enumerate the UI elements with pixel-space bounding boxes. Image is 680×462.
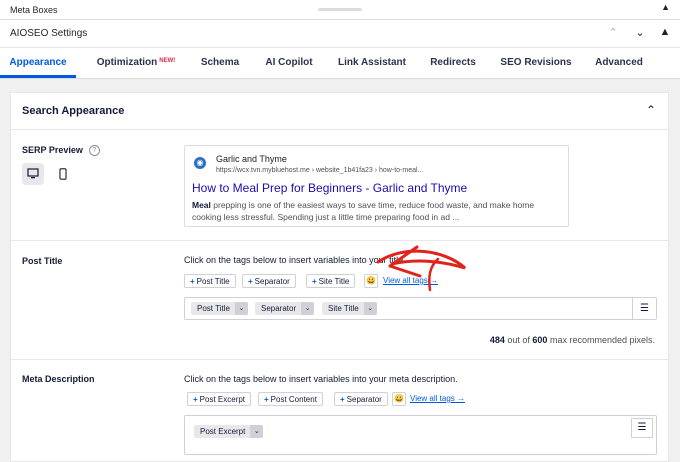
divider	[11, 240, 668, 241]
settings-tabs: Appearance Optimization NEW! Schema AI Co…	[0, 48, 680, 79]
post-title-chip[interactable]: Post Title ⌄	[191, 302, 248, 315]
tab-schema[interactable]: Schema	[192, 48, 248, 78]
serp-description: Meal prepping is one of the easiest ways…	[192, 200, 535, 222]
tab-redirects[interactable]: Redirects	[420, 48, 486, 78]
meta-boxes-title: Meta Boxes	[10, 5, 58, 15]
emoji-icon[interactable]: 😀	[364, 274, 378, 288]
insert-tag-menu-icon[interactable]: ☰	[631, 418, 653, 438]
panel-title: Search Appearance	[22, 105, 125, 117]
insert-tag-menu-icon[interactable]: ☰	[632, 298, 656, 319]
serp-headline: How to Meal Prep for Beginners - Garlic …	[192, 181, 468, 195]
insert-separator-tag[interactable]: + Separator	[334, 392, 388, 406]
meta-description-editor[interactable]: Post Excerpt ⌄ ☰	[184, 415, 657, 455]
move-up-icon[interactable]: ⌃	[606, 26, 620, 39]
collapse-panel-icon[interactable]: ▲	[658, 26, 672, 38]
post-excerpt-chip[interactable]: Post Excerpt ⌄	[194, 425, 264, 438]
desktop-preview-button[interactable]	[22, 163, 44, 185]
insert-separator-tag[interactable]: + Separator	[242, 274, 296, 288]
post-title-label: Post Title	[22, 256, 63, 266]
desktop-icon	[27, 168, 39, 179]
globe-icon: ◉	[194, 157, 206, 169]
serp-preview-label: SERP Preview?	[22, 145, 100, 157]
pixel-counter: 484 out of 600 max recommended pixels.	[489, 335, 655, 345]
post-title-hint: Click on the tags below to insert variab…	[184, 255, 406, 265]
divider	[11, 359, 668, 360]
emoji-icon[interactable]: 😀	[392, 392, 406, 406]
mobile-preview-button[interactable]	[52, 163, 74, 185]
insert-post-title-tag[interactable]: + Post Title	[184, 274, 236, 288]
help-icon[interactable]: ?	[88, 145, 100, 157]
mobile-icon	[59, 168, 67, 180]
chevron-down-icon[interactable]: ⌄	[363, 302, 377, 315]
tab-ai-copilot[interactable]: AI Copilot	[256, 48, 322, 78]
serp-url: https://wcx.tvn.mybluehost.me › website_…	[216, 167, 424, 174]
tab-optimization[interactable]: Optimization NEW!	[86, 48, 186, 78]
post-title-editor[interactable]: Post Title ⌄ Separator ⌄ Site Title ⌄ ☰	[184, 297, 657, 320]
move-down-icon[interactable]: ⌄	[633, 26, 647, 39]
serp-site-name: Garlic and Thyme	[216, 154, 287, 164]
search-appearance-panel: Search Appearance ⌃ SERP Preview? ◉ Garl…	[10, 92, 669, 462]
chevron-up-icon[interactable]: ⌃	[646, 103, 656, 117]
new-badge: NEW!	[159, 58, 176, 64]
aioseo-settings-title: AIOSEO Settings	[10, 28, 88, 39]
insert-post-content-tag[interactable]: + Post Content	[258, 392, 323, 406]
site-title-chip[interactable]: Site Title ⌄	[322, 302, 377, 315]
view-all-tags-link[interactable]: View all tags →	[383, 276, 438, 285]
chevron-down-icon[interactable]: ⌄	[301, 302, 315, 315]
tab-advanced[interactable]: Advanced	[586, 48, 652, 78]
view-all-tags-link[interactable]: View all tags →	[410, 394, 465, 403]
separator-chip[interactable]: Separator ⌄	[255, 302, 315, 315]
insert-post-excerpt-tag[interactable]: + Post Excerpt	[187, 392, 252, 406]
meta-boxes-bar: Meta Boxes ▲	[0, 0, 680, 20]
meta-description-label: Meta Description	[22, 374, 95, 384]
drag-handle[interactable]	[318, 8, 362, 11]
serp-preview-card: ◉ Garlic and Thyme https://wcx.tvn.myblu…	[184, 145, 569, 227]
aioseo-settings-header: AIOSEO Settings ⌃ ⌄ ▲	[0, 20, 680, 48]
tab-appearance[interactable]: Appearance	[0, 48, 76, 78]
meta-description-hint: Click on the tags below to insert variab…	[184, 374, 458, 384]
panel-header[interactable]: Search Appearance ⌃	[11, 93, 668, 130]
insert-site-title-tag[interactable]: + Site Title	[306, 274, 356, 288]
chevron-down-icon[interactable]: ⌄	[234, 302, 248, 315]
tab-link-assistant[interactable]: Link Assistant	[332, 48, 412, 78]
collapse-arrow-icon[interactable]: ▲	[661, 2, 670, 12]
tab-seo-revisions[interactable]: SEO Revisions	[496, 48, 576, 78]
chevron-down-icon[interactable]: ⌄	[250, 425, 264, 438]
